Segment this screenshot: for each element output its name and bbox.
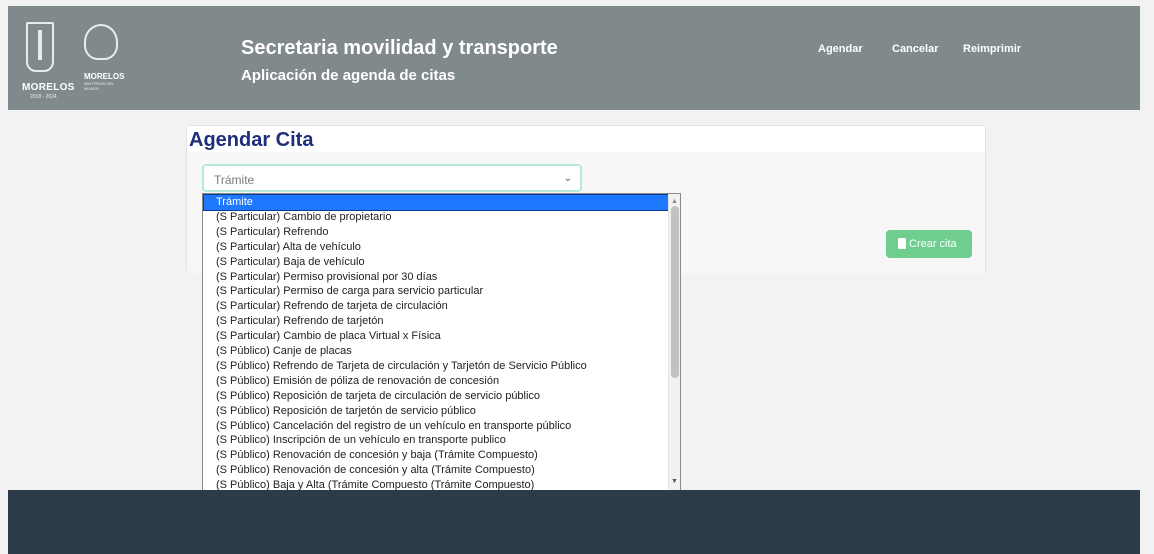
dropdown-option[interactable]: (S Particular) Baja de vehículo [204, 255, 669, 270]
dropdown-option[interactable]: (S Particular) Cambio de propietario [204, 210, 669, 225]
dropdown-option[interactable]: (S Particular) Refrendo [204, 225, 669, 240]
dropdown-option[interactable]: (S Público) Reposición de tarjetón de se… [204, 404, 669, 419]
dropdown-option[interactable]: (S Particular) Permiso provisional por 3… [204, 270, 669, 285]
dropdown-option[interactable]: (S Particular) Cambio de placa Virtual x… [204, 329, 669, 344]
create-appointment-button[interactable]: Crear cita [886, 230, 972, 258]
logo[interactable]: MORELOS 2018 - 2024 MORELOS ANFITRIÓN DE… [18, 18, 138, 100]
page: MORELOS 2018 - 2024 MORELOS ANFITRIÓN DE… [0, 0, 1154, 554]
app-title: Secretaria movilidad y transporte [241, 37, 558, 59]
tramite-select[interactable]: Trámite ⌄ [202, 164, 582, 192]
card-header: Agendar Cita [187, 126, 985, 152]
card-title: Agendar Cita [189, 129, 314, 151]
footer [8, 490, 1140, 554]
tramite-select-value: Trámite [214, 173, 255, 187]
dropdown-option[interactable]: (S Público) Refrendo de Tarjeta de circu… [204, 359, 669, 374]
scroll-down-icon[interactable]: ▼ [671, 478, 678, 485]
dropdown-option[interactable]: Trámite [203, 194, 670, 211]
dropdown-option[interactable]: (S Público) Emisión de póliza de renovac… [204, 374, 669, 389]
logo-brand-text: MORELOS [84, 72, 125, 81]
dropdown-scrollbar[interactable]: ▲ ▼ [668, 194, 680, 490]
chevron-down-icon: ⌄ [563, 173, 572, 184]
dropdown-option[interactable]: (S Público) Renovación de concesión y al… [204, 463, 669, 478]
morelos-flower-icon [84, 24, 118, 60]
logo-state-text: MORELOS [22, 82, 75, 93]
app-subtitle: Aplicación de agenda de citas [241, 67, 456, 84]
dropdown-option[interactable]: (S Público) Canje de placas [204, 344, 669, 359]
clipboard-icon [898, 238, 906, 249]
header: MORELOS 2018 - 2024 MORELOS ANFITRIÓN DE… [8, 6, 1140, 110]
dropdown-option[interactable]: (S Particular) Refrendo de tarjeta de ci… [204, 299, 669, 314]
logo-period: 2018 - 2024 [30, 94, 57, 100]
create-appointment-label: Crear cita [909, 238, 957, 250]
dropdown-option[interactable]: (S Público) Inscripción de un vehículo e… [204, 433, 669, 448]
scroll-up-icon[interactable]: ▲ [671, 198, 678, 205]
dropdown-option[interactable]: (S Público) Renovación de concesión y ba… [204, 448, 669, 463]
tramite-dropdown-list[interactable]: Trámite (S Particular) Cambio de propieta… [202, 193, 681, 491]
dropdown-option[interactable]: (S Público) Cancelación del registro de … [204, 419, 669, 434]
nav-agendar[interactable]: Agendar [818, 43, 863, 55]
dropdown-option[interactable]: (S Particular) Alta de vehículo [204, 240, 669, 255]
dropdown-option[interactable]: (S Público) Reposición de tarjeta de cir… [204, 389, 669, 404]
state-shield-icon [26, 22, 54, 72]
dropdown-option[interactable]: (S Particular) Refrendo de tarjetón [204, 314, 669, 329]
scrollbar-thumb[interactable] [671, 206, 679, 378]
nav-reimprimir[interactable]: Reimprimir [963, 43, 1021, 55]
dropdown-option[interactable]: (S Particular) Permiso de carga para ser… [204, 284, 669, 299]
nav-cancelar[interactable]: Cancelar [892, 43, 938, 55]
logo-brand-tagline: ANFITRIÓN DEL MUNDO [84, 81, 115, 91]
